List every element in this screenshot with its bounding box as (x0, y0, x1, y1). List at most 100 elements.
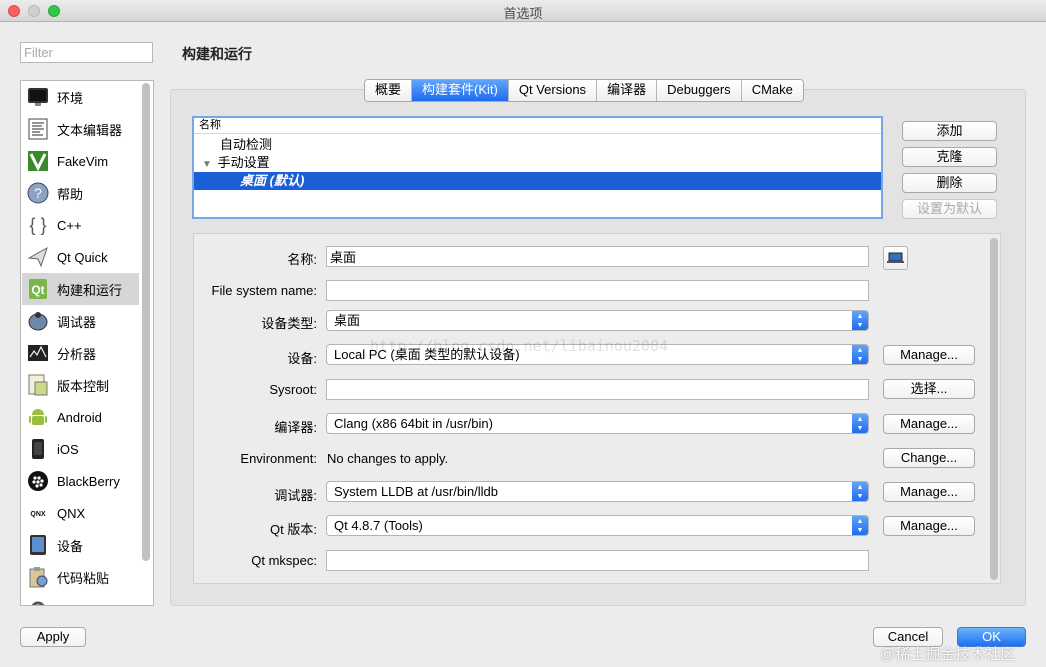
svg-text:QNX: QNX (30, 511, 46, 518)
kit-group-manual[interactable]: ▼ 手动设置 (194, 154, 881, 172)
qt-quick-icon (27, 246, 49, 268)
sidebar-item-label: 构建和运行 (57, 282, 123, 298)
sysroot-input[interactable] (326, 379, 869, 400)
mkspec-input[interactable] (326, 550, 869, 571)
device-icon-button[interactable] (883, 246, 908, 270)
debugger-select[interactable]: System LLDB at /usr/bin/lldb ▲ ▼ (326, 481, 869, 502)
ios-icon (27, 438, 49, 460)
sidebar-item-label: 版本控制 (57, 378, 110, 394)
kit-group-auto[interactable]: 自动检测 (194, 136, 881, 154)
debugger-label: 调试器: (274, 488, 317, 503)
debugger-value: System LLDB at /usr/bin/lldb (334, 484, 499, 499)
form-scrollbar[interactable] (990, 238, 998, 580)
file-system-name-label: File system name: (211, 283, 317, 298)
updown-arrow-icon: ▲ ▼ (852, 516, 868, 535)
clone-kit-button[interactable]: 克隆 (902, 147, 997, 167)
category-sidebar: 环境 文本编辑器 FakeVim ? 帮助 { } C++ Qt Quick Q… (20, 80, 154, 606)
name-label: 名称: (287, 252, 317, 267)
sidebar-item-version-control[interactable]: 版本控制 (22, 369, 139, 401)
version-control-icon (27, 374, 49, 396)
sidebar-item-label: 设备 (57, 538, 84, 554)
sidebar-item-qnx[interactable]: QNX QNX (22, 497, 139, 529)
monitor-icon (27, 86, 49, 108)
title-bar: 首选项 (0, 0, 1046, 22)
tab-qt-versions[interactable]: Qt Versions (508, 80, 598, 101)
sidebar-item-code-paste[interactable]: 代码粘贴 (22, 561, 139, 593)
device-type-label: 设备类型: (261, 316, 317, 331)
window-title: 首选项 (503, 6, 543, 21)
sidebar-item-qt[interactable]: Qt (22, 593, 139, 606)
sidebar-item-label: 分析器 (57, 346, 97, 362)
sidebar-item-label: Qt Quick (57, 249, 108, 265)
sidebar-item-android[interactable]: Android (22, 401, 139, 433)
tab-summary[interactable]: 概要 (365, 80, 413, 101)
device-type-value: 桌面 (334, 313, 361, 328)
kit-group-label: 手动设置 (217, 155, 270, 170)
kit-item-desktop[interactable]: 桌面 (默认) (194, 172, 881, 190)
qnx-icon: QNX (27, 502, 49, 524)
tab-debuggers[interactable]: Debuggers (657, 80, 742, 101)
debugger-manage-button[interactable]: Manage... (883, 482, 975, 502)
svg-text:Qt: Qt (31, 283, 44, 297)
sidebar-item-help[interactable]: ? 帮助 (22, 177, 139, 209)
environment-change-button[interactable]: Change... (883, 448, 975, 468)
sidebar-item-label: Qt (57, 602, 71, 606)
sidebar-item-text-editor[interactable]: 文本编辑器 (22, 113, 139, 145)
environment-value: No changes to apply. (327, 451, 449, 466)
compiler-manage-button[interactable]: Manage... (883, 414, 975, 434)
kit-tree[interactable]: 名称 自动检测 ▼ 手动设置 桌面 (默认) (192, 116, 883, 219)
sidebar-item-ios[interactable]: iOS (22, 433, 139, 465)
sidebar-item-blackberry[interactable]: BlackBerry (22, 465, 139, 497)
sidebar-item-analyzer[interactable]: 分析器 (22, 337, 139, 369)
device-icon (27, 534, 49, 556)
file-system-name-input[interactable] (326, 280, 869, 301)
fakevim-icon (27, 150, 49, 172)
updown-arrow-icon: ▲ ▼ (852, 482, 868, 501)
sidebar-item-fakevim[interactable]: FakeVim (22, 145, 139, 177)
make-default-button[interactable]: 设置为默认 (902, 199, 997, 219)
android-icon (27, 406, 49, 428)
sidebar-item-label: 代码粘贴 (57, 570, 110, 586)
tab-cmake[interactable]: CMake (741, 80, 803, 101)
name-input[interactable] (326, 246, 869, 267)
blackberry-icon (27, 470, 49, 492)
svg-text:?: ? (34, 185, 42, 201)
sidebar-item-qt-quick[interactable]: Qt Quick (22, 241, 139, 273)
tab-compilers[interactable]: 编译器 (597, 80, 658, 101)
sidebar-item-label: 帮助 (57, 186, 84, 202)
sidebar-item-build-run[interactable]: Qt 构建和运行 (22, 273, 139, 305)
sysroot-browse-button[interactable]: 选择... (883, 379, 975, 399)
help-icon: ? (27, 182, 49, 204)
cpp-braces-icon: { } (27, 214, 49, 236)
remove-kit-button[interactable]: 删除 (902, 173, 997, 193)
qt-version-value: Qt 4.8.7 (Tools) (334, 518, 423, 533)
sidebar-item-devices[interactable]: 设备 (22, 529, 139, 561)
debugger-icon (27, 310, 49, 332)
code-paste-icon (27, 566, 49, 588)
sidebar-item-label: C++ (57, 217, 82, 233)
qt-version-select[interactable]: Qt 4.8.7 (Tools) ▲ ▼ (326, 515, 869, 536)
device-type-select[interactable]: 桌面 ▲ ▼ (326, 310, 869, 331)
sidebar-item-cpp[interactable]: { } C++ (22, 209, 139, 241)
sidebar-item-debugger[interactable]: 调试器 (22, 305, 139, 337)
device-manage-button[interactable]: Manage... (883, 345, 975, 365)
page-title: 构建和运行 (182, 46, 252, 62)
filter-input[interactable] (20, 42, 153, 63)
qt-version-label: Qt 版本: (270, 522, 317, 537)
sidebar-item-label: FakeVim (57, 153, 109, 169)
add-kit-button[interactable]: 添加 (902, 121, 997, 141)
apply-button[interactable]: Apply (20, 627, 86, 647)
tab-kits[interactable]: 构建套件(Kit) (412, 80, 509, 101)
compiler-select[interactable]: Clang (x86 64bit in /usr/bin) ▲ ▼ (326, 413, 869, 434)
qt-version-manage-button[interactable]: Manage... (883, 516, 975, 536)
sidebar-item-label: iOS (57, 441, 79, 457)
sidebar-item-label: Android (57, 409, 102, 425)
tab-bar: 概要 构建套件(Kit) Qt Versions 编译器 Debuggers C… (364, 79, 804, 102)
kit-column-header: 名称 (194, 118, 881, 134)
sidebar-item-environment[interactable]: 环境 (22, 81, 139, 113)
laptop-icon (887, 252, 904, 263)
url-watermark: http://blog.csdn.net/libainou2004 (370, 337, 669, 355)
build-run-icon: Qt (27, 278, 49, 300)
sidebar-item-label: 环境 (57, 90, 84, 106)
sidebar-scrollbar[interactable] (142, 83, 150, 561)
